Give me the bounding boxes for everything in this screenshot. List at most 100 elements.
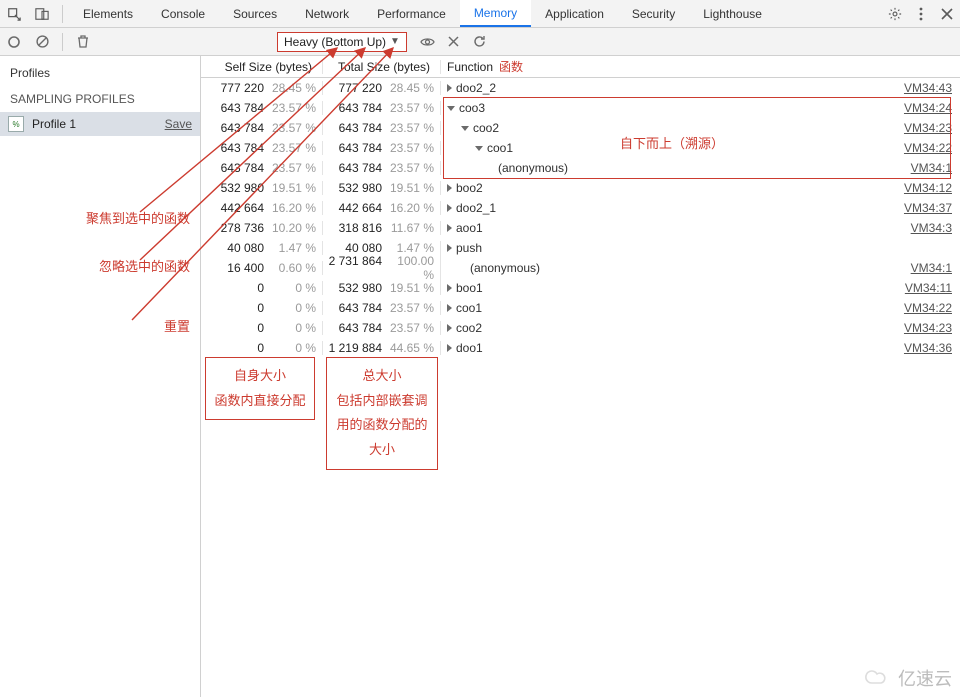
disclosure-triangle-icon[interactable]: [447, 184, 452, 192]
function-name: push: [456, 241, 482, 255]
table-row[interactable]: 00 %1 219 88444.65 %doo1VM34:36: [201, 338, 960, 358]
source-link[interactable]: VM34:24: [904, 101, 960, 115]
focus-icon[interactable]: [415, 36, 441, 48]
cell-total: 643 78423.57 %: [323, 321, 441, 335]
chevron-down-icon: ▼: [390, 36, 400, 47]
watermark-text: 亿速云: [898, 665, 952, 691]
function-name: boo2: [456, 181, 483, 195]
cell-total: 777 22028.45 %: [323, 81, 441, 95]
profile-row[interactable]: % Profile 1 Save: [0, 112, 200, 136]
exclude-icon[interactable]: [441, 36, 467, 47]
cell-function: doo2_1 VM34:37: [441, 201, 960, 215]
cell-function: aoo1 VM34:3: [441, 221, 960, 235]
cell-self: 532 98019.51 %: [201, 181, 323, 195]
source-link[interactable]: VM34:1: [911, 261, 960, 275]
disclosure-triangle-icon[interactable]: [447, 284, 452, 292]
kebab-icon[interactable]: [908, 7, 934, 21]
cell-function: doo2_2 VM34:43: [441, 81, 960, 95]
source-link[interactable]: VM34:36: [904, 341, 960, 355]
source-link[interactable]: VM34:37: [904, 201, 960, 215]
function-name: doo1: [456, 341, 483, 355]
disclosure-triangle-icon[interactable]: [447, 204, 452, 212]
inspect-icon[interactable]: [0, 7, 28, 21]
cell-total: 2 731 864100.00 %: [323, 254, 441, 282]
table-row[interactable]: 00 %643 78423.57 %coo1VM34:22: [201, 298, 960, 318]
settings-icon[interactable]: [882, 7, 908, 21]
table-row[interactable]: 00 %532 98019.51 %boo1VM34:11: [201, 278, 960, 298]
device-icon[interactable]: [28, 7, 56, 21]
tab-lighthouse[interactable]: Lighthouse: [689, 0, 776, 27]
source-link[interactable]: VM34:12: [904, 181, 960, 195]
table-row[interactable]: 643 78423.57 %643 78423.57 %coo3VM34:24: [201, 98, 960, 118]
col-self-size[interactable]: Self Size (bytes): [201, 60, 323, 74]
view-dropdown-label: Heavy (Bottom Up): [284, 35, 386, 49]
anno-bottom-up: 自下而上（溯源）: [620, 133, 724, 152]
source-link[interactable]: VM34:11: [905, 281, 960, 295]
table-row[interactable]: 278 73610.20 %318 81611.67 %aoo1VM34:3: [201, 218, 960, 238]
table-header: Self Size (bytes) Total Size (bytes) Fun…: [201, 56, 960, 78]
cell-total: 532 98019.51 %: [323, 281, 441, 295]
table-row[interactable]: 442 66416.20 %442 66416.20 %doo2_1VM34:3…: [201, 198, 960, 218]
disclosure-triangle-icon[interactable]: [447, 106, 455, 111]
cell-total: 40 0801.47 %: [323, 241, 441, 255]
function-name: aoo1: [456, 221, 483, 235]
cell-total: 643 78423.57 %: [323, 141, 441, 155]
tab-security[interactable]: Security: [618, 0, 689, 27]
table-row[interactable]: 777 22028.45 %777 22028.45 %doo2_2VM34:4…: [201, 78, 960, 98]
trash-icon[interactable]: [69, 35, 97, 48]
anno-reset: 重置: [164, 316, 190, 335]
table-row[interactable]: 40 0801.47 %40 0801.47 % push: [201, 238, 960, 258]
function-name: coo3: [459, 101, 485, 115]
table-row[interactable]: 643 78423.57 %643 78423.57 %(anonymous)V…: [201, 158, 960, 178]
source-link[interactable]: VM34:23: [904, 121, 960, 135]
function-name: doo2_1: [456, 201, 496, 215]
disclosure-triangle-icon[interactable]: [447, 304, 452, 312]
col-function[interactable]: Function 函数: [441, 58, 960, 75]
cell-function: boo2 VM34:12: [441, 181, 960, 195]
cell-function: coo1VM34:22: [441, 301, 960, 315]
reset-icon[interactable]: [467, 35, 493, 48]
cell-self: 40 0801.47 %: [201, 241, 323, 255]
disclosure-triangle-icon[interactable]: [447, 324, 452, 332]
col-total-size[interactable]: Total Size (bytes): [323, 60, 441, 74]
disclosure-triangle-icon[interactable]: [447, 244, 452, 252]
table-row[interactable]: 643 78423.57 %643 78423.57 %coo2VM34:23: [201, 118, 960, 138]
disclosure-triangle-icon[interactable]: [475, 146, 483, 151]
table-row[interactable]: 00 %643 78423.57 %coo2VM34:23: [201, 318, 960, 338]
disclosure-triangle-icon[interactable]: [447, 344, 452, 352]
tab-console[interactable]: Console: [147, 0, 219, 27]
cell-function: coo3 VM34:24: [441, 101, 960, 115]
tab-application[interactable]: Application: [531, 0, 618, 27]
anno-total-l1: 总大小: [331, 364, 433, 389]
cell-total: 318 81611.67 %: [323, 221, 441, 235]
source-link[interactable]: VM34:43: [904, 81, 960, 95]
table-row[interactable]: 532 98019.51 %532 98019.51 %boo2VM34:12: [201, 178, 960, 198]
disclosure-triangle-icon[interactable]: [447, 84, 452, 92]
clear-icon[interactable]: [28, 35, 56, 48]
source-link[interactable]: VM34:1: [911, 161, 960, 175]
cell-total: 643 78423.57 %: [323, 121, 441, 135]
source-link[interactable]: VM34:23: [904, 321, 960, 335]
profiles-section-label: SAMPLING PROFILES: [0, 86, 200, 112]
cell-self: 00 %: [201, 321, 323, 335]
disclosure-triangle-icon[interactable]: [461, 126, 469, 131]
save-link[interactable]: Save: [165, 117, 192, 131]
source-link[interactable]: VM34:22: [904, 141, 960, 155]
table-row[interactable]: 643 78423.57 %643 78423.57 %coo1VM34:22: [201, 138, 960, 158]
anno-focus: 聚焦到选中的函数: [86, 208, 190, 227]
source-link[interactable]: VM34:3: [911, 221, 960, 235]
view-dropdown[interactable]: Heavy (Bottom Up) ▼: [277, 32, 407, 52]
function-name: doo2_2: [456, 81, 496, 95]
source-link[interactable]: VM34:22: [904, 301, 960, 315]
close-devtools-icon[interactable]: [934, 8, 960, 20]
tab-sources[interactable]: Sources: [219, 0, 291, 27]
tab-elements[interactable]: Elements: [69, 0, 147, 27]
tab-memory[interactable]: Memory: [460, 0, 531, 27]
table-row[interactable]: 16 4000.60 %2 731 864100.00 %(anonymous)…: [201, 258, 960, 278]
tab-performance[interactable]: Performance: [363, 0, 460, 27]
col-fn-zh: 函数: [499, 58, 523, 75]
tab-network[interactable]: Network: [291, 0, 363, 27]
record-icon[interactable]: [0, 36, 28, 48]
watermark: 亿速云: [864, 665, 952, 691]
disclosure-triangle-icon[interactable]: [447, 224, 452, 232]
